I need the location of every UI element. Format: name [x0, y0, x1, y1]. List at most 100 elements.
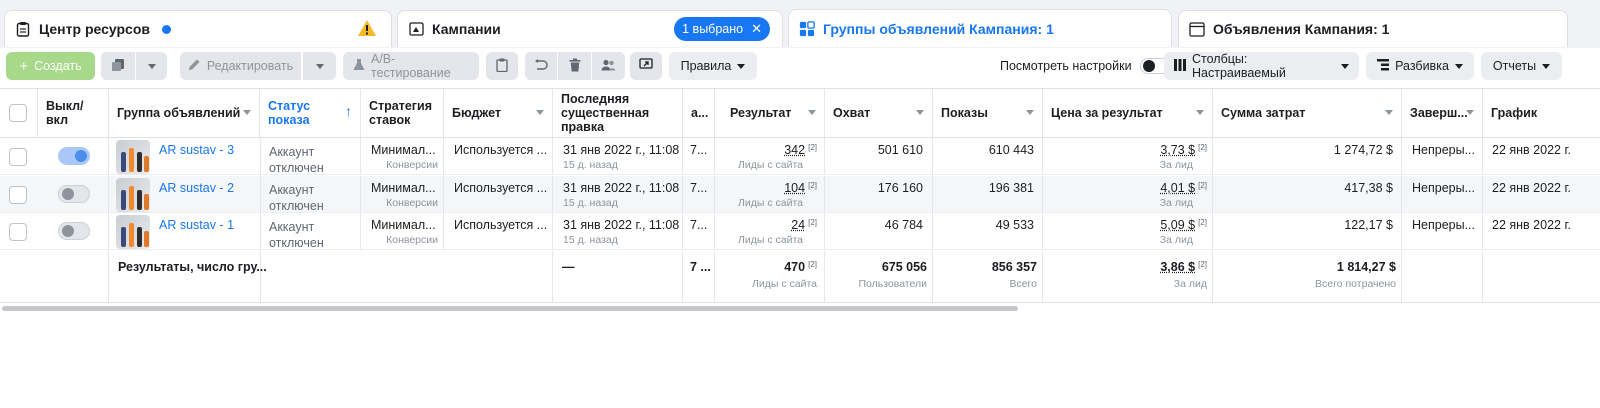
ab-test-button[interactable]: A/B-тестирование	[343, 52, 479, 80]
spent-value: 1 274,72 $	[1333, 143, 1393, 157]
adset-name-link[interactable]: AR sustav - 3	[159, 143, 234, 157]
adset-name-link[interactable]: AR sustav - 1	[159, 218, 234, 232]
people-icon	[601, 59, 616, 74]
impressions-value: 610 443	[988, 143, 1034, 157]
close-icon[interactable]: ✕	[751, 21, 762, 37]
result-sub: Лиды с сайта	[738, 234, 803, 246]
table-row[interactable]: AR sustav - 3 Аккаунт отключен Минимал..…	[0, 138, 1600, 175]
cost-value[interactable]: 4,01 $	[1160, 181, 1195, 195]
adset-toggle[interactable]	[58, 222, 90, 240]
totals-attr: 7 ...	[690, 260, 711, 274]
create-button-label: Создать	[34, 59, 82, 73]
undo-button[interactable]	[525, 52, 557, 80]
attribution-value: 7...	[690, 180, 708, 195]
clipboard-button[interactable]	[486, 52, 518, 80]
result-cell: 24 [2] Лиды с сайта	[720, 218, 817, 246]
header-cost-per-result[interactable]: Цена за результат	[1043, 89, 1213, 137]
totals-edit: —	[562, 260, 575, 274]
select-all-checkbox[interactable]	[9, 104, 27, 122]
view-settings-toggle[interactable]: Посмотреть настройки	[1000, 58, 1170, 74]
adset-toggle[interactable]	[58, 184, 90, 203]
selected-count-pill[interactable]: 1 выбрано ✕	[674, 17, 770, 41]
attribution-value: 7...	[690, 143, 708, 157]
warning-icon[interactable]	[357, 19, 377, 40]
chevron-down-icon	[315, 63, 324, 69]
header-delivery-label: Статус показа	[268, 99, 311, 127]
cost-value[interactable]: 5,09 $	[1160, 218, 1195, 232]
last-edit-sub: 15 д. назад	[563, 234, 618, 246]
folder-flag-icon	[408, 21, 424, 37]
duplicate-button[interactable]	[101, 52, 135, 80]
result-value[interactable]: 24	[791, 218, 805, 232]
delivery-status: Аккаунт отключен	[269, 182, 324, 214]
cost-cell: 4,01 $ [2] За лид	[1050, 181, 1207, 209]
header-bid-strategy[interactable]: Стратегия ставок	[361, 89, 444, 137]
delivery-status-line1: Аккаунт	[269, 220, 315, 234]
header-impressions[interactable]: Показы	[933, 89, 1043, 137]
audience-button[interactable]	[592, 52, 625, 80]
selected-count-label: 1 выбрано	[682, 22, 744, 36]
header-last-edit[interactable]: Последняя существенная правка	[553, 89, 683, 137]
tab-resource-center-label: Центр ресурсов	[39, 21, 150, 37]
header-cost-label: Цена за результат	[1051, 106, 1163, 120]
chevron-down-icon	[1341, 63, 1349, 69]
totals-impressions-sub: Всего	[1009, 278, 1037, 290]
tab-adsets[interactable]: Группы объявлений Кампания: 1	[788, 9, 1172, 47]
totals-result-value: 470	[784, 260, 806, 274]
header-attribution[interactable]: а...	[683, 89, 715, 137]
last-edit-value: 31 янв 2022 г., 11:08	[563, 180, 680, 195]
header-result[interactable]: Результат	[715, 89, 825, 137]
table-row[interactable]: AR sustav - 2 Аккаунт отключен Минимал..…	[0, 175, 1600, 214]
adset-toggle[interactable]	[58, 147, 90, 165]
cost-sub: За лид	[1159, 234, 1193, 246]
toolbar: + Создать Редактировать A/B-тестирование	[0, 48, 1600, 86]
totals-spent: 1 814,27 $ Всего потрачено	[1220, 260, 1396, 290]
row-checkbox[interactable]	[9, 148, 27, 166]
delete-button[interactable]	[558, 52, 591, 80]
breakdown-button[interactable]: Разбивка	[1366, 52, 1474, 80]
header-bid-label: Стратегия ставок	[369, 99, 432, 127]
row-checkbox[interactable]	[9, 185, 27, 204]
cost-sub: За лид	[1159, 159, 1193, 171]
header-reach[interactable]: Охват	[825, 89, 933, 137]
create-button[interactable]: + Создать	[6, 52, 95, 80]
bid-strategy-value: Минимал...	[371, 218, 436, 232]
rules-button[interactable]: Правила	[669, 52, 757, 80]
tab-resource-center[interactable]: Центр ресурсов	[4, 10, 392, 47]
result-value[interactable]: 342	[784, 143, 805, 157]
adset-name-link[interactable]: AR sustav - 2	[159, 181, 234, 195]
header-select-all	[0, 89, 38, 137]
horizontal-scrollbar[interactable]	[2, 306, 1018, 311]
header-delivery[interactable]: Статус показа ↑	[260, 89, 361, 137]
edit-button[interactable]: Редактировать	[180, 52, 301, 80]
duplicate-menu-button[interactable]	[136, 52, 167, 80]
export-button[interactable]	[630, 52, 662, 80]
cost-cell: 3,73 $ [2] За лид	[1050, 143, 1207, 171]
header-onoff[interactable]: Выкл/ вкл	[38, 89, 109, 137]
bid-strategy-value: Минимал...	[371, 143, 436, 157]
header-amount-spent[interactable]: Сумма затрат	[1213, 89, 1402, 137]
cost-value[interactable]: 3,73 $	[1160, 143, 1195, 157]
result-value[interactable]: 104	[784, 181, 805, 195]
reports-button[interactable]: Отчеты	[1481, 52, 1562, 80]
header-schedule[interactable]: График	[1483, 89, 1600, 137]
budget-value: Используется ...	[454, 143, 548, 157]
budget-value: Используется ...	[454, 180, 548, 195]
edit-menu-button[interactable]	[303, 52, 336, 80]
rules-button-label: Правила	[680, 59, 732, 73]
result-sub: Лиды с сайта	[738, 159, 803, 171]
header-ends[interactable]: Заверш...	[1402, 89, 1483, 137]
reach-value: 46 784	[884, 218, 923, 232]
header-adset-label: Группа объявлений	[117, 106, 241, 120]
chevron-down-icon	[1454, 63, 1463, 69]
table-row[interactable]: AR sustav - 1 Аккаунт отключен Минимал..…	[0, 213, 1600, 250]
bid-strategy-sub: Конверсии	[386, 234, 438, 246]
header-adset-name[interactable]: Группа объявлений	[109, 89, 260, 137]
tab-ads[interactable]: Объявления Кампания: 1	[1178, 10, 1568, 47]
totals-reach-value: 675 056	[881, 260, 927, 274]
row-checkbox[interactable]	[9, 223, 27, 241]
header-budget[interactable]: Бюджет	[444, 89, 553, 137]
bid-strategy-sub: Конверсии	[386, 159, 438, 171]
columns-button[interactable]: Столбцы: Настраиваемый	[1164, 52, 1359, 80]
tab-campaigns[interactable]: Кампании 1 выбрано ✕	[397, 10, 783, 47]
